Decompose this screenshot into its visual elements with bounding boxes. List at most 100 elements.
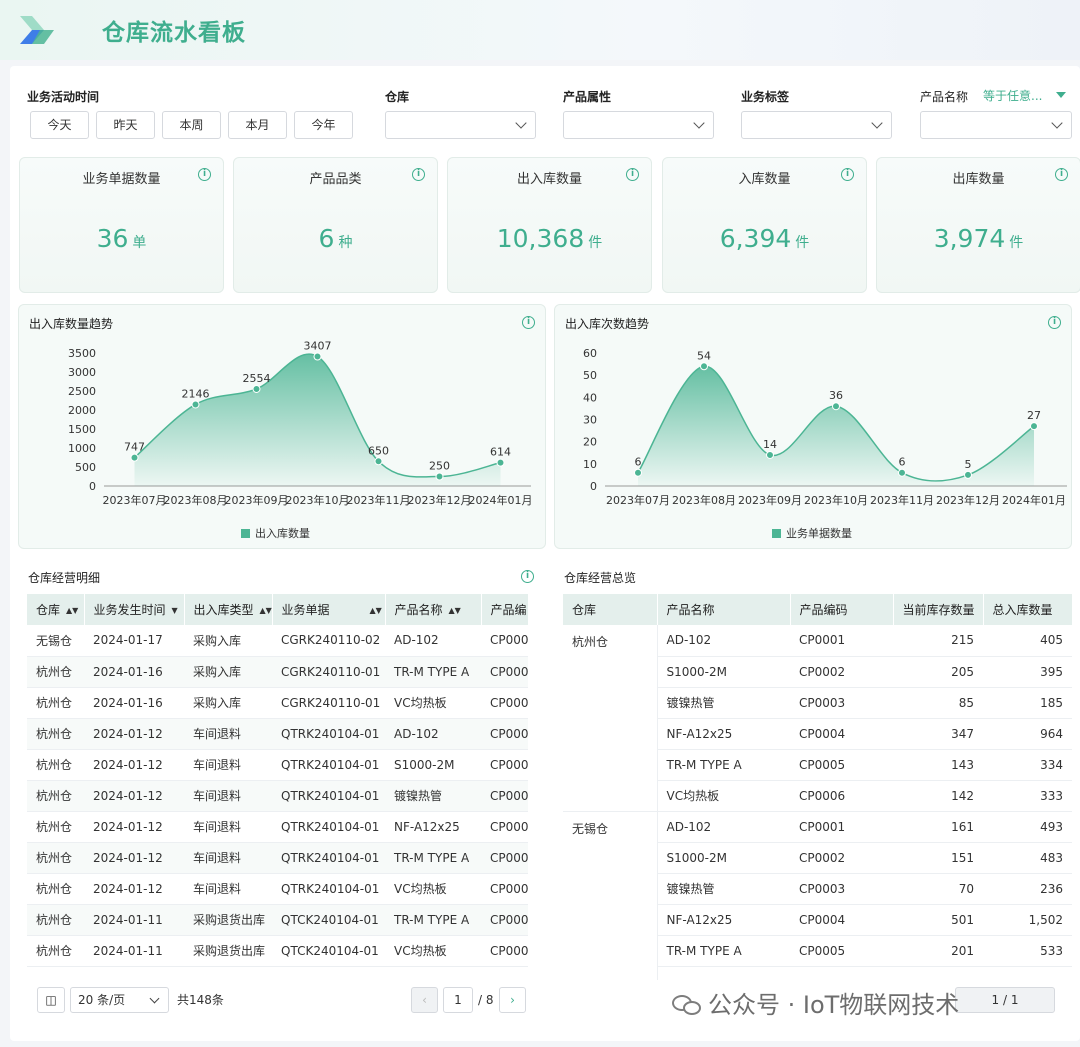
table-cell: 杭州仓	[27, 656, 84, 688]
table-cell: 2024-01-11	[84, 904, 184, 936]
sort-icon[interactable]: ▲▼	[260, 606, 271, 615]
kpi-number: 3,974	[933, 224, 1006, 253]
table-row-partial[interactable]	[27, 966, 528, 980]
col-header[interactable]: 仓库	[563, 594, 658, 625]
col-header[interactable]: 产品名称	[657, 594, 791, 625]
data-label: 650	[368, 444, 389, 457]
kpi-card-doc-count: 业务单据数量 i 36 单	[19, 157, 224, 293]
data-label: 2554	[243, 372, 271, 385]
table-cell: VC均热板	[385, 687, 481, 719]
col-header[interactable]: 产品名称 ▲▼	[385, 594, 482, 625]
attr-select[interactable]	[563, 111, 714, 139]
table-row[interactable]: 杭州仓 AD-102 CP0001 215 405	[563, 625, 1072, 812]
y-tick-label: 0	[590, 480, 597, 493]
col-header[interactable]: 业务单据 ▲▼	[272, 594, 386, 625]
col-header[interactable]: 出入库类型 ▲▼	[184, 594, 273, 625]
tag-select[interactable]	[741, 111, 892, 139]
overview-page-indicator[interactable]: 1 / 1	[955, 987, 1055, 1013]
col-header[interactable]: 产品编	[481, 594, 528, 625]
col-header[interactable]: 业务发生时间 ▼	[84, 594, 185, 625]
table-row[interactable]: 杭州仓 2024-01-12 车间退料 QTRK240104-01 S1000-2M CP…	[27, 749, 528, 781]
col-label: 业务单据	[281, 603, 330, 617]
product-select[interactable]	[920, 111, 1072, 139]
table-row[interactable]: 杭州仓 2024-01-16 采购入库 CGRK240110-01 TR-M TYPE …	[27, 656, 528, 688]
caret-down-icon[interactable]	[1056, 92, 1066, 98]
sort-icon[interactable]: ▲▼	[66, 606, 78, 615]
date-button-this-year[interactable]: 今年	[294, 111, 353, 139]
y-tick-label: 0	[89, 480, 96, 493]
kpi-title: 业务单据数量	[82, 172, 161, 187]
table-row[interactable]: 无锡仓 AD-102 CP0001 161 493	[563, 811, 1072, 980]
date-button-this-month[interactable]: 本月	[228, 111, 287, 139]
table-cell: CP0005	[790, 935, 893, 967]
info-icon[interactable]: i	[521, 570, 534, 583]
table-row[interactable]: 杭州仓 2024-01-12 车间退料 QTRK240104-01 AD-102 CP00…	[27, 718, 528, 750]
table-row[interactable]: 无锡仓 2024-01-17 采购入库 CGRK240110-02 AD-102 CP00…	[27, 625, 528, 657]
series-area	[638, 366, 1034, 486]
table-row[interactable]: 杭州仓 2024-01-12 车间退料 QTRK240104-01 VC均热板 CP000	[27, 873, 528, 905]
warehouse-select[interactable]	[385, 111, 536, 139]
product-operator-select[interactable]: 等于任意...	[983, 87, 1042, 104]
info-icon[interactable]: i	[198, 168, 211, 181]
table-cell: S1000-2M	[385, 749, 481, 781]
data-label: 250	[429, 460, 450, 473]
table-cell: 杭州仓	[27, 687, 84, 719]
table-cell: TR-M TYPE A	[385, 842, 481, 874]
page-size-select[interactable]: 20 条/页	[70, 987, 169, 1013]
date-button-today[interactable]: 今天	[30, 111, 89, 139]
kpi-unit: 件	[588, 235, 603, 251]
data-point	[1030, 422, 1038, 431]
info-icon[interactable]: i	[412, 168, 425, 181]
table-cell: 533	[983, 935, 1072, 967]
kpi-unit: 件	[795, 235, 810, 251]
col-header[interactable]: 产品编码	[790, 594, 894, 625]
table-row[interactable]: 杭州仓 2024-01-11 采购退货出库 QTCK240104-01 TR-M TYP…	[27, 904, 528, 936]
kpi-number: 6	[318, 224, 335, 253]
overview-table-wrap[interactable]: 仓库 产品名称 产品编码 当前库存数量 总入库数量 杭州仓 AD-102 CP000…	[563, 594, 1072, 980]
col-header[interactable]: 仓库 ▲▼	[27, 594, 85, 625]
table-row[interactable]: 杭州仓 2024-01-12 车间退料 QTRK240104-01 TR-M TYPE …	[27, 842, 528, 874]
table-cell	[481, 966, 528, 980]
date-button-yesterday[interactable]: 昨天	[96, 111, 155, 139]
data-point	[435, 472, 444, 481]
table-cell: 镀镍热管	[657, 873, 790, 905]
table-row[interactable]: 杭州仓 2024-01-11 采购退货出库 QTCK240104-01 VC均热板 CP0…	[27, 935, 528, 967]
col-header[interactable]: 总入库数量	[983, 594, 1072, 625]
table-cell: CP000	[481, 780, 528, 812]
table-cell: 杭州仓	[27, 842, 84, 874]
sort-icon[interactable]: ▲▼	[370, 606, 382, 615]
qty-trend-panel: 出入库数量趋势 i 0 500 1000 1500 2000 2500 3000 3500 20…	[18, 304, 546, 549]
chevron-down-icon	[871, 117, 883, 129]
table-cell: 采购入库	[184, 687, 272, 719]
table-cell: CP0001	[790, 811, 893, 843]
legend-swatch	[772, 529, 781, 538]
date-button-this-week[interactable]: 本周	[162, 111, 221, 139]
info-icon[interactable]: i	[841, 168, 854, 181]
table-cell: CP0004	[790, 718, 893, 750]
x-tick-label: 2023年12月	[936, 493, 1000, 507]
page-number-input[interactable]: 1	[443, 987, 473, 1013]
table-header-row: 仓库 产品名称 产品编码 当前库存数量 总入库数量	[563, 594, 1072, 625]
prev-page-button[interactable]: ‹	[411, 987, 438, 1013]
chevron-down-icon	[1051, 117, 1063, 129]
col-header[interactable]: 当前库存数量	[893, 594, 984, 625]
table-cell: CP0004	[790, 904, 893, 936]
next-page-button[interactable]: ›	[499, 987, 526, 1013]
kpi-value: 6种	[234, 224, 437, 253]
sort-desc-icon[interactable]: ▼	[172, 606, 178, 615]
data-label: 14	[763, 438, 777, 451]
column-settings-icon[interactable]: ◫	[37, 987, 65, 1013]
table-cell: 2024-01-17	[84, 625, 184, 657]
table-cell: CGRK240110-01	[272, 656, 385, 688]
table-cell: 205	[893, 656, 983, 688]
kpi-unit: 种	[338, 235, 353, 251]
info-icon[interactable]: i	[626, 168, 639, 181]
table-row[interactable]: 杭州仓 2024-01-12 车间退料 QTRK240104-01 NF-A12x25 C…	[27, 811, 528, 843]
sort-icon[interactable]: ▲▼	[449, 606, 461, 615]
table-row[interactable]: 杭州仓 2024-01-16 采购入库 CGRK240110-01 VC均热板 CP000	[27, 687, 528, 719]
info-icon[interactable]: i	[1055, 168, 1068, 181]
table-cell: 215	[893, 625, 983, 657]
table-row[interactable]: 杭州仓 2024-01-12 车间退料 QTRK240104-01 镀镍热管 CP000	[27, 780, 528, 812]
table-cell: 201	[893, 935, 983, 967]
detail-table-wrap[interactable]: 仓库 ▲▼ 业务发生时间 ▼ 出入库类型 ▲▼ 业务单据 ▲▼ 产品名称 ▲▼ 产品编 无…	[27, 594, 528, 980]
